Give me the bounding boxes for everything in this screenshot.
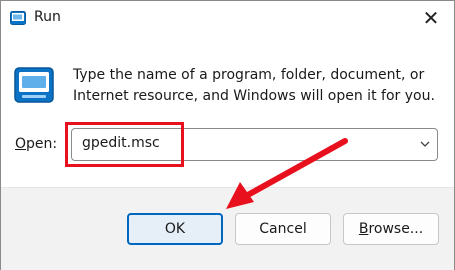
close-icon: ✕ <box>422 5 440 30</box>
run-app-icon <box>14 67 54 103</box>
browse-mnemonic: B <box>358 221 369 237</box>
browse-label-rest: rowse... <box>368 221 424 237</box>
title-bar: Run ✕ <box>1 1 454 35</box>
ok-button[interactable]: OK <box>127 213 223 245</box>
close-button[interactable]: ✕ <box>408 1 454 34</box>
run-dialog: Run ✕ Type the name of a program, folder… <box>0 0 455 270</box>
open-label-mnemonic: O <box>15 136 27 152</box>
run-app-icon <box>10 11 26 25</box>
cancel-button[interactable]: Cancel <box>235 213 331 245</box>
instruction-text: Type the name of a program, folder, docu… <box>73 67 435 104</box>
open-label-rest: pen: <box>26 136 58 152</box>
annotation-highlight-box <box>65 122 184 167</box>
browse-button[interactable]: Browse... <box>343 213 439 245</box>
window-title: Run <box>34 9 61 25</box>
chevron-down-icon[interactable] <box>419 138 431 150</box>
open-label: Open: <box>15 136 57 152</box>
